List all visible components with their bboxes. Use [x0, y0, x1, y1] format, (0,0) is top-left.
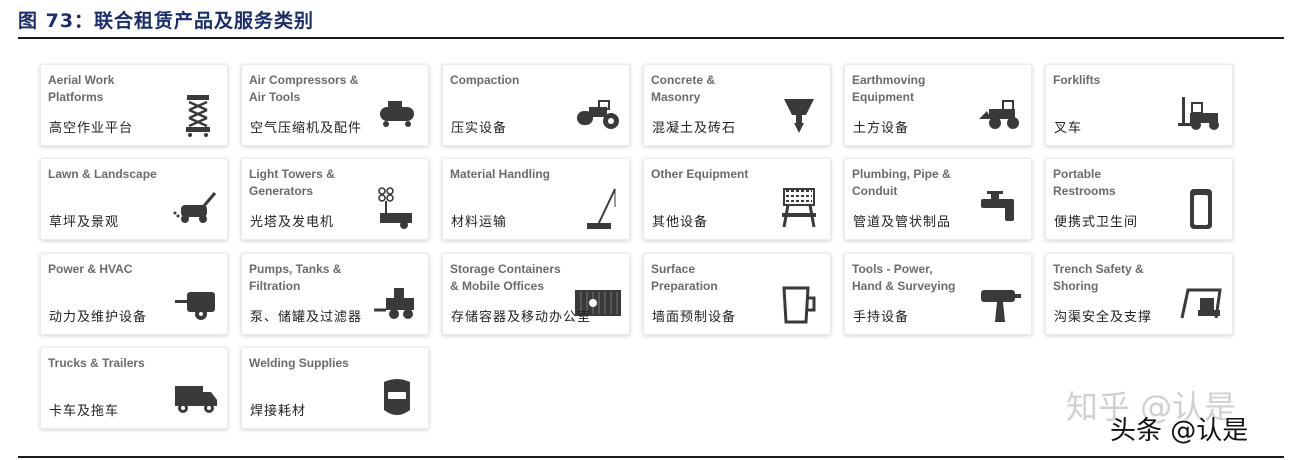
category-card: Concrete & Masonry 混凝土及砖石 — [643, 64, 831, 146]
category-card: Earthmoving Equipment 土方设备 — [844, 64, 1032, 146]
category-card: Pumps, Tanks & Filtration 泵、储罐及过滤器 — [241, 253, 429, 335]
category-name-cn: 空气压缩机及配件 — [250, 121, 363, 136]
category-card: Material Handling 材料运输 — [442, 158, 630, 240]
category-name-cn: 存储容器及移动办公室 — [451, 310, 592, 325]
category-card: Lawn & Landscape 草坪及景观 — [40, 158, 228, 240]
category-name-cn: 土方设备 — [853, 121, 910, 136]
category-name-en: Trench Safety & Shoring — [1053, 262, 1144, 293]
category-name-en: Air Compressors & Air Tools — [249, 73, 359, 104]
lawn-mower-icon — [173, 187, 219, 231]
category-name-en: Light Towers & Generators — [249, 167, 335, 198]
category-name-en: Material Handling — [450, 167, 551, 181]
crane-icon — [575, 187, 621, 231]
category-name-cn: 卡车及拖车 — [49, 404, 120, 419]
power-drill-icon — [977, 282, 1023, 326]
category-name-en: Other Equipment — [651, 167, 749, 181]
category-name-cn: 手持设备 — [853, 310, 910, 325]
forklift-icon — [1178, 93, 1224, 137]
category-name-cn: 沟渠安全及支撑 — [1054, 310, 1153, 325]
trench-box-icon — [1178, 282, 1224, 326]
portable-toilet-icon — [1178, 187, 1224, 231]
category-card: Light Towers & Generators 光塔及发电机 — [241, 158, 429, 240]
category-name-en: Tools - Power, Hand & Surveying — [852, 262, 956, 293]
category-name-cn: 动力及维护设备 — [49, 310, 148, 325]
category-card: Portable Restrooms 便携式卫生间 — [1045, 158, 1233, 240]
scissor-lift-icon — [173, 93, 219, 137]
welding-mask-icon — [374, 376, 420, 420]
category-card: Other Equipment 其他设备 — [643, 158, 831, 240]
category-name-en: Storage Containers & Mobile Offices — [450, 262, 561, 293]
category-name-en: Lawn & Landscape — [48, 167, 157, 181]
pump-trailer-icon — [374, 282, 420, 326]
bottom-rule — [18, 456, 1284, 458]
roller-compactor-icon — [575, 93, 621, 137]
category-name-cn: 墙面预制设备 — [652, 310, 737, 325]
category-name-cn: 材料运输 — [451, 215, 508, 230]
category-name-en: Forklifts — [1053, 73, 1101, 87]
light-tower-icon — [374, 187, 420, 231]
category-name-cn: 叉车 — [1054, 121, 1083, 136]
category-name-cn: 混凝土及砖石 — [652, 121, 737, 136]
category-card: Forklifts 叉车 — [1045, 64, 1233, 146]
category-card: Power & HVAC 动力及维护设备 — [40, 253, 228, 335]
faucet-icon — [977, 187, 1023, 231]
category-name-en: Pumps, Tanks & Filtration — [249, 262, 342, 293]
category-card: Air Compressors & Air Tools 空气压缩机及配件 — [241, 64, 429, 146]
category-name-en: Surface Preparation — [651, 262, 718, 293]
category-card: Plumbing, Pipe & Conduit 管道及管状制品 — [844, 158, 1032, 240]
category-card: Trench Safety & Shoring 沟渠安全及支撑 — [1045, 253, 1233, 335]
category-name-en: Power & HVAC — [48, 262, 133, 276]
category-name-cn: 管道及管状制品 — [853, 215, 952, 230]
hvac-unit-icon — [173, 282, 219, 326]
category-name-en: Compaction — [450, 73, 520, 87]
category-name-en: Welding Supplies — [249, 356, 349, 370]
category-name-cn: 高空作业平台 — [49, 121, 134, 136]
category-name-en: Plumbing, Pipe & Conduit — [852, 167, 951, 198]
air-compressor-icon — [374, 93, 420, 137]
toutiao-watermark: 头条 @认是 — [1110, 416, 1249, 446]
category-name-cn: 草坪及景观 — [49, 215, 120, 230]
wheel-loader-icon — [977, 93, 1023, 137]
category-name-cn: 焊接耗材 — [250, 404, 307, 419]
category-name-cn: 压实设备 — [451, 121, 508, 136]
category-name-en: Aerial Work Platforms — [48, 73, 115, 104]
category-name-en: Earthmoving Equipment — [852, 73, 926, 104]
category-name-cn: 其他设备 — [652, 215, 709, 230]
category-name-cn: 泵、储罐及过滤器 — [250, 310, 363, 325]
category-name-cn: 便携式卫生间 — [1054, 215, 1139, 230]
category-name-en: Trucks & Trailers — [48, 356, 145, 370]
category-card: Compaction 压实设备 — [442, 64, 630, 146]
category-card: Trucks & Trailers 卡车及拖车 — [40, 347, 228, 429]
category-card: Tools - Power, Hand & Surveying 手持设备 — [844, 253, 1032, 335]
category-name-en: Concrete & Masonry — [651, 73, 716, 104]
truck-icon — [173, 376, 219, 420]
barricade-icon — [776, 187, 822, 231]
category-card: Storage Containers & Mobile Offices 存储容器及移… — [442, 253, 630, 335]
paint-bucket-icon — [776, 282, 822, 326]
category-card: Surface Preparation 墙面预制设备 — [643, 253, 831, 335]
category-card: Aerial Work Platforms 高空作业平台 — [40, 64, 228, 146]
category-card: Welding Supplies 焊接耗材 — [241, 347, 429, 429]
concrete-hopper-icon — [776, 93, 822, 137]
category-name-cn: 光塔及发电机 — [250, 215, 335, 230]
category-name-en: Portable Restrooms — [1053, 167, 1116, 198]
